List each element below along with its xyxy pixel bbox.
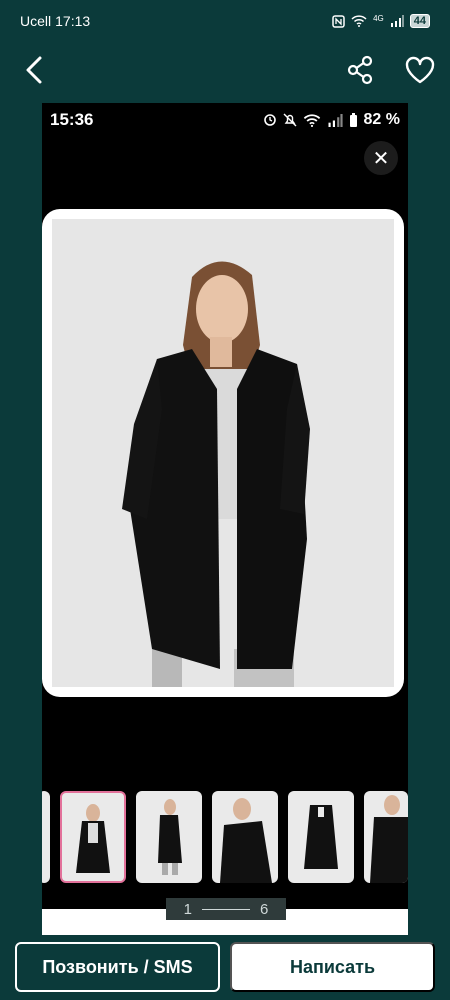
close-icon: ✕ (372, 147, 390, 170)
share-icon[interactable] (344, 54, 376, 86)
top-bar (0, 42, 450, 98)
thumbnail-5-partial[interactable] (364, 791, 408, 883)
thumbnail-1[interactable] (60, 791, 126, 883)
thumbnail-prev-partial[interactable] (42, 791, 50, 883)
inner-status-time: 15:36 (50, 110, 94, 129)
coat-figure-image (122, 261, 310, 687)
battery-icon (349, 112, 357, 127)
inner-status-bar: 15:36 82 % (42, 103, 408, 137)
thumbnail-4[interactable] (288, 791, 354, 883)
call-sms-button[interactable]: Позвонить / SMS (15, 942, 220, 992)
status-bar: Ucell 17:13 4G 44 (0, 0, 450, 42)
close-button[interactable]: ✕ (364, 141, 398, 175)
nfc-icon (332, 14, 345, 28)
mute-icon (283, 113, 297, 127)
inner-battery-percent: 82 % (363, 111, 400, 128)
status-time: 17:13 (55, 13, 91, 29)
page-separator (202, 908, 250, 910)
wifi-icon (351, 15, 367, 27)
signal-icon (390, 15, 404, 27)
wifi-icon (303, 113, 320, 127)
image-viewer[interactable]: 15:36 82 % ✕ 1 6 (42, 103, 408, 935)
main-product-photo[interactable] (42, 209, 404, 697)
back-icon[interactable] (20, 54, 52, 86)
page-total: 6 (260, 900, 269, 918)
heart-icon[interactable] (404, 54, 436, 86)
action-bar: Позвонить / SMS Написать (0, 940, 450, 994)
carrier-label: Ucell (20, 13, 52, 29)
battery-icon: 44 (409, 14, 430, 28)
thumbnail-strip (42, 791, 408, 885)
page-indicator: 1 6 (166, 898, 286, 920)
sync-icon (263, 114, 276, 126)
signal-icon (328, 113, 343, 127)
network-label: 4G (373, 13, 384, 23)
thumbnail-2[interactable] (136, 791, 202, 883)
write-message-button[interactable]: Написать (230, 942, 435, 992)
page-current: 1 (183, 900, 192, 918)
thumbnail-3[interactable] (212, 791, 278, 883)
